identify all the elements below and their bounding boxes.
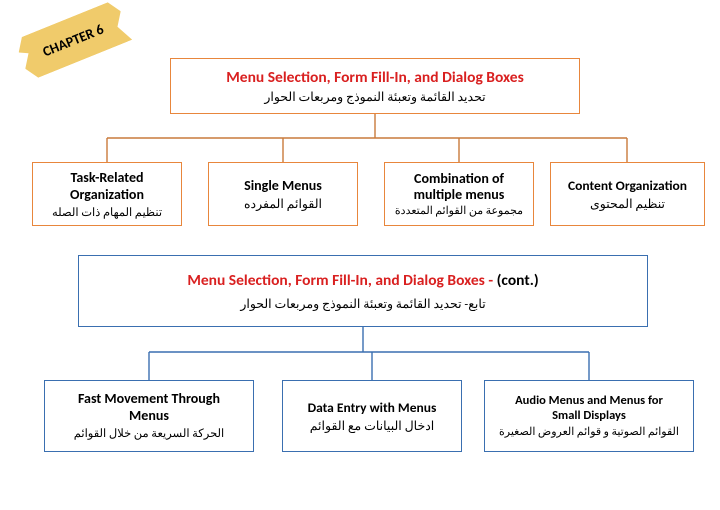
row1-3-ar: تنظيم المحتوى xyxy=(590,196,665,212)
chapter-ribbon: CHAPTER 6 xyxy=(14,0,132,81)
mid-title-en: Menu Selection, Form Fill-In, and Dialog… xyxy=(187,271,496,290)
top-title-en: Menu Selection, Form Fill-In, and Dialog… xyxy=(226,68,524,87)
chapter-label: CHAPTER 6 xyxy=(40,20,106,60)
row2-2-ar: القوائم الصوتية و قوائم العروض الصغيرة xyxy=(499,425,679,438)
row2-1-en1: Data Entry with Menus xyxy=(308,399,437,416)
row1-box-combination: Combination of multiple menus مجموعة من … xyxy=(384,162,534,226)
row1-box-content-org: Content Organization تنظيم المحتوى xyxy=(550,162,705,226)
row2-1-ar: ادخال البيانات مع القوائم xyxy=(310,418,435,434)
row1-2-ar: مجموعة من القوائم المتعددة xyxy=(395,204,523,217)
top-title-ar: تحديد القائمة وتعبئة النموذج ومربعات الح… xyxy=(264,89,485,105)
row2-2-en1: Audio Menus and Menus for xyxy=(515,394,663,408)
row1-2-en2: multiple menus xyxy=(414,187,505,202)
row1-0-en2: Organization xyxy=(70,186,144,203)
row2-0-ar: الحركة السريعة من خلال القوائم xyxy=(74,426,224,441)
row1-0-en1: Task-Related xyxy=(70,169,143,186)
row1-3-en1: Content Organization xyxy=(568,177,687,194)
mid-parent-box: Menu Selection, Form Fill-In, and Dialog… xyxy=(78,255,648,327)
row2-box-data-entry: Data Entry with Menus ادخال البيانات مع … xyxy=(282,380,462,452)
mid-title-line: Menu Selection, Form Fill-In, and Dialog… xyxy=(187,271,538,290)
row1-1-ar: القوائم المفرده xyxy=(244,196,322,212)
row2-2-en2: Small Displays xyxy=(552,409,626,423)
row1-box-task-related: Task-Related Organization تنظيم المهام ذ… xyxy=(32,162,182,226)
mid-title-ar: تابع- تحديد القائمة وتعبئة النموذج ومربع… xyxy=(240,296,485,312)
row1-1-en1: Single Menus xyxy=(244,177,322,194)
row2-0-en2: Menus xyxy=(129,408,169,424)
row2-box-audio-menus: Audio Menus and Menus for Small Displays… xyxy=(484,380,694,452)
mid-cont: (cont.) xyxy=(497,271,539,290)
row1-0-ar: تنظيم المهام ذات الصله xyxy=(52,205,162,220)
row1-box-single-menus: Single Menus القوائم المفرده xyxy=(208,162,358,226)
row1-2-en1: Combination of xyxy=(414,171,504,186)
row2-box-fast-movement: Fast Movement Through Menus الحركة السري… xyxy=(44,380,254,452)
row2-0-en1: Fast Movement Through xyxy=(78,391,220,407)
top-parent-box: Menu Selection, Form Fill-In, and Dialog… xyxy=(170,58,580,114)
